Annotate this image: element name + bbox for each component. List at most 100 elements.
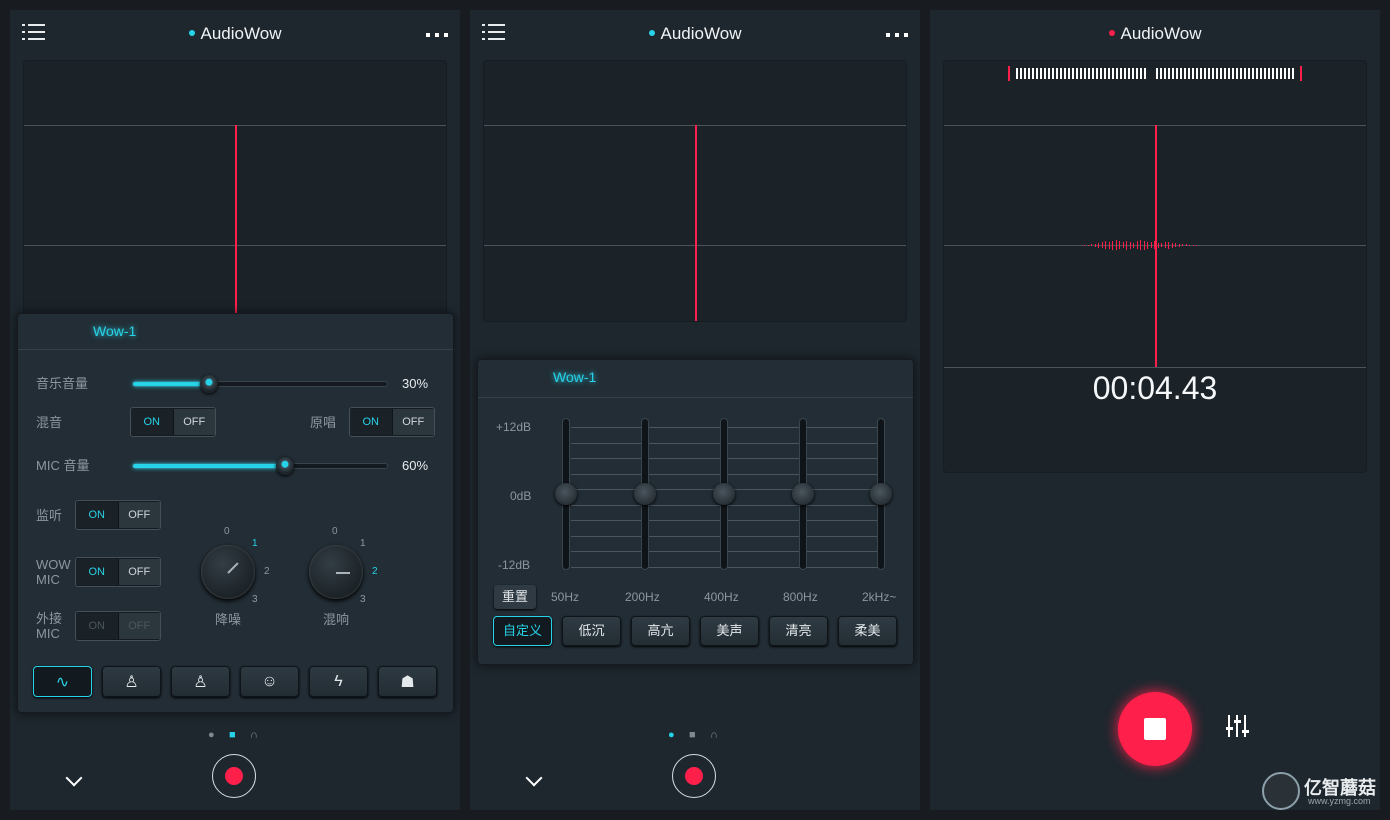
mic-volume-value: 60%	[402, 458, 429, 473]
bottom-bar: ● ■ ∩	[470, 726, 920, 810]
timeline-tick	[1048, 68, 1050, 79]
waveform-bar	[1192, 244, 1194, 246]
headphone-icon[interactable]: ∩	[710, 729, 718, 741]
settings-panel: Wow-1 音乐音量 30% 混音 ON OFF 原唱 ON OFF MIC 音量 …	[17, 313, 454, 713]
recording-timer: 00:04.43	[1092, 370, 1218, 406]
timeline-tick	[1192, 68, 1194, 79]
effect-waveform-button[interactable]: ∿	[33, 666, 92, 697]
eq-slider-knob[interactable]	[634, 483, 656, 505]
app-title: AudioWow	[10, 24, 460, 44]
chip-icon[interactable]: ■	[689, 729, 696, 741]
mix-on: ON	[131, 409, 173, 435]
timeline-end-mark	[1300, 66, 1302, 81]
effect-face-button[interactable]: ☺	[240, 666, 299, 697]
more-icon[interactable]	[886, 33, 908, 37]
timeline-tick	[1248, 68, 1250, 79]
music-volume-value: 30%	[402, 376, 429, 391]
eq-slider-knob[interactable]	[792, 483, 814, 505]
headphone-icon[interactable]: ∩	[250, 729, 258, 741]
original-toggle[interactable]: ON OFF	[349, 407, 435, 437]
mic-icon[interactable]: ●	[208, 729, 215, 741]
timeline-tick	[1236, 68, 1238, 79]
effect-lightning-button[interactable]: ϟ	[309, 666, 368, 697]
eq-slider-knob[interactable]	[555, 483, 577, 505]
timeline-tick	[1288, 68, 1290, 79]
recording-waveform	[1084, 237, 1234, 253]
waveform-bar	[1101, 242, 1103, 248]
timeline-tick	[1188, 68, 1190, 79]
mushroom-logo-icon	[1262, 772, 1300, 810]
preset-bel-canto[interactable]: 美声	[700, 616, 759, 646]
preset-high[interactable]: 高亢	[631, 616, 690, 646]
monitor-toggle[interactable]: ON OFF	[75, 500, 161, 530]
band-label-2khz: 2kHz~	[862, 590, 897, 604]
wow-mic-label: WOW MIC	[36, 557, 71, 587]
chevron-down-icon[interactable]	[525, 769, 543, 787]
timeline-tick	[1104, 68, 1106, 79]
header: AudioWow	[930, 10, 1380, 60]
timeline-tick	[1196, 68, 1198, 79]
waveform-bar	[1168, 241, 1169, 249]
reverb-knob[interactable]	[309, 545, 363, 599]
waveform-bar	[1178, 243, 1180, 247]
band-label-50hz: 50Hz	[551, 590, 580, 604]
app-title-text: AudioWow	[1120, 24, 1202, 43]
record-button[interactable]	[672, 754, 716, 798]
effect-person-outline-button[interactable]: ♙	[171, 666, 230, 697]
timeline-tick	[1144, 68, 1146, 79]
chip-icon[interactable]: ■	[229, 729, 236, 741]
effect-robot-button[interactable]: ☗	[378, 666, 437, 697]
mixer-settings-icon[interactable]	[1226, 715, 1250, 739]
timeline-tick	[1040, 68, 1042, 79]
preset-soft[interactable]: 柔美	[838, 616, 897, 646]
preset-deep[interactable]: 低沉	[562, 616, 621, 646]
preset-bright[interactable]: 清亮	[769, 616, 828, 646]
timeline-tick	[1216, 68, 1218, 79]
audio-visualizer	[23, 60, 447, 322]
waveform-bar	[1094, 243, 1096, 247]
playhead	[1155, 125, 1157, 367]
chevron-down-icon[interactable]	[65, 769, 83, 787]
mix-toggle[interactable]: ON OFF	[130, 407, 216, 437]
monitor-label: 监听	[36, 508, 63, 523]
timeline-tick	[1168, 68, 1170, 79]
db-label-0: 0dB	[510, 489, 532, 503]
music-volume-slider[interactable]	[132, 375, 388, 393]
waveform-bar	[1108, 241, 1110, 249]
wow-mic-toggle[interactable]: ON OFF	[75, 557, 161, 587]
timeline-tick	[1076, 68, 1078, 79]
waveform-bar	[1175, 243, 1176, 247]
stop-recording-button[interactable]	[1118, 692, 1192, 766]
timeline-tick	[1160, 68, 1162, 79]
eq-slider-knob[interactable]	[713, 483, 735, 505]
waveform-bar	[1126, 240, 1127, 250]
timeline-tick	[1172, 68, 1174, 79]
mic-volume-slider[interactable]	[132, 457, 388, 475]
timeline-tick	[1096, 68, 1098, 79]
waveform-bar	[1136, 241, 1138, 249]
eq-slider-knob[interactable]	[870, 483, 892, 505]
timeline-tick	[1024, 68, 1026, 79]
record-button[interactable]	[212, 754, 256, 798]
mic-icon[interactable]: ●	[668, 729, 675, 741]
denoise-knob[interactable]	[201, 545, 255, 599]
reset-button[interactable]: 重置	[494, 585, 536, 609]
timeline-tick	[1016, 68, 1018, 79]
timeline-tick	[1176, 68, 1178, 79]
waveform-bar	[1164, 242, 1166, 248]
tab-wow-1[interactable]: Wow-1	[93, 323, 136, 339]
tab-wow-1[interactable]: Wow-1	[553, 369, 596, 385]
timeline-tick	[1292, 68, 1294, 79]
waveform-bar	[1161, 243, 1162, 247]
timeline-tick	[1032, 68, 1034, 79]
app-title-text: AudioWow	[660, 24, 742, 43]
audio-visualizer	[483, 60, 907, 322]
preset-custom[interactable]: 自定义	[493, 616, 552, 646]
timeline-tick	[1140, 68, 1142, 79]
waveform-bar	[1133, 242, 1134, 248]
effect-person-button[interactable]: ♙	[102, 666, 161, 697]
ext-mic-toggle[interactable]: ON OFF	[75, 611, 161, 641]
timeline-ticks	[1008, 66, 1304, 81]
waveform-bar	[1196, 244, 1197, 246]
more-icon[interactable]	[426, 33, 448, 37]
